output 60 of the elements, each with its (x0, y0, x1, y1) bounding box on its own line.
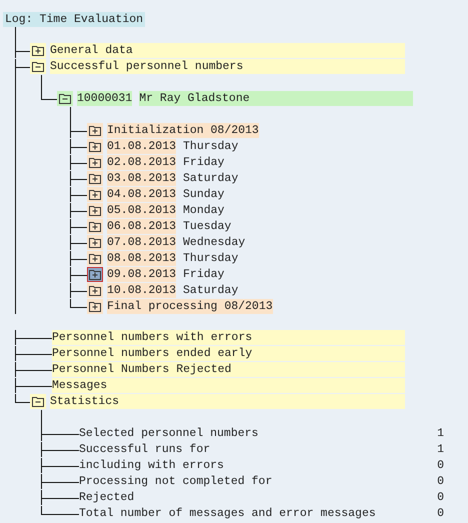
node-detail[interactable]: Wednesday (183, 235, 246, 250)
node-label[interactable]: Personnel numbers with errors (52, 330, 405, 345)
node-detail[interactable]: Monday (183, 203, 224, 218)
node-detail[interactable]: Tuesday (183, 219, 232, 234)
node-label[interactable]: 10.08.2013 (107, 283, 176, 298)
node-detail[interactable]: Thursday (183, 139, 238, 154)
node-detail[interactable]: Thursday (183, 251, 238, 266)
folder-icon[interactable] (87, 155, 103, 170)
folder-icon[interactable] (87, 139, 103, 154)
node-label[interactable]: 01.08.2013 (107, 139, 176, 154)
node-label[interactable]: Statistics (50, 394, 405, 409)
node-detail[interactable]: Friday (183, 155, 224, 170)
node-label[interactable]: 02.08.2013 (107, 155, 176, 170)
log-title: Log: Time Evaluation (3, 12, 146, 27)
statistic-label: Successful runs for (79, 442, 212, 457)
node-label[interactable]: General data (50, 43, 405, 58)
node-label[interactable]: 03.08.2013 (107, 171, 176, 186)
node-label[interactable]: Personnel Numbers Rejected (52, 362, 405, 377)
folder-icon[interactable] (87, 235, 103, 250)
folder-icon[interactable] (30, 43, 46, 58)
statistic-value: 0 (436, 474, 444, 489)
node-label[interactable]: Final processing 08/2013 (107, 299, 273, 314)
node-label[interactable]: Personnel numbers ended early (52, 346, 405, 361)
node-label[interactable]: Messages (52, 378, 405, 393)
node-detail[interactable]: Saturday (183, 171, 238, 186)
statistic-value: 0 (436, 458, 444, 473)
folder-icon[interactable] (57, 91, 73, 106)
folder-icon[interactable] (30, 394, 46, 409)
node-detail[interactable]: Sunday (183, 187, 224, 202)
statistic-value: 0 (436, 506, 444, 521)
folder-icon[interactable] (87, 251, 103, 266)
node-label[interactable]: Successful personnel numbers (50, 59, 405, 74)
folder-icon[interactable] (87, 123, 103, 138)
statistic-label: Total number of messages and error messages (79, 506, 377, 521)
statistic-value: 0 (436, 490, 444, 505)
statistic-label: including with errors (79, 458, 225, 473)
node-label[interactable]: 04.08.2013 (107, 187, 176, 202)
statistic-label: Selected personnel numbers (79, 426, 260, 441)
folder-icon[interactable] (87, 171, 103, 186)
statistic-value: 1 (436, 442, 444, 457)
node-label[interactable]: 06.08.2013 (107, 219, 176, 234)
node-label[interactable]: 09.08.2013 (107, 267, 176, 282)
node-label[interactable]: 10000031 (77, 91, 132, 106)
folder-icon[interactable] (87, 299, 103, 314)
node-label[interactable]: Initialization 08/2013 (107, 123, 259, 138)
statistic-label: Rejected (79, 490, 136, 505)
folder-icon[interactable] (87, 267, 103, 282)
node-label[interactable]: 05.08.2013 (107, 203, 176, 218)
folder-icon[interactable] (87, 283, 103, 298)
node-detail[interactable]: Saturday (183, 283, 238, 298)
node-detail[interactable]: Mr Ray Gladstone (139, 91, 414, 106)
node-label[interactable]: 08.08.2013 (107, 251, 176, 266)
statistic-label: Processing not completed for (79, 474, 274, 489)
folder-icon[interactable] (87, 219, 103, 234)
statistic-value: 1 (436, 426, 444, 441)
node-label[interactable]: 07.08.2013 (107, 235, 176, 250)
folder-icon[interactable] (30, 59, 46, 74)
folder-icon[interactable] (87, 203, 103, 218)
node-detail[interactable]: Friday (183, 267, 224, 282)
folder-icon[interactable] (87, 187, 103, 202)
